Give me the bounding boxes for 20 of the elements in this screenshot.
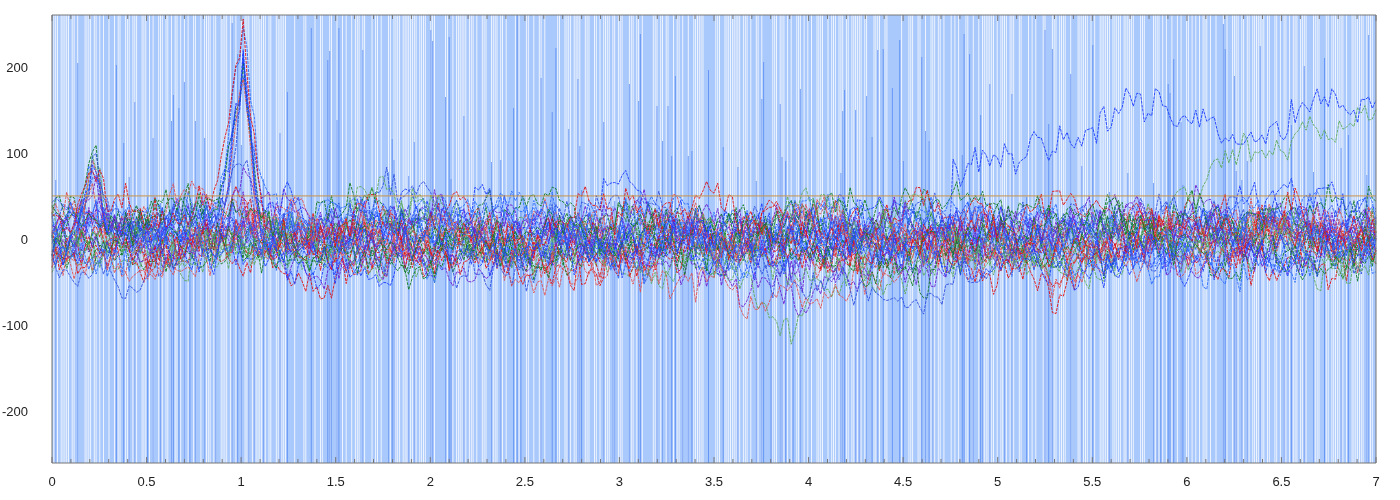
x-tick-label: 1.5 (326, 474, 345, 489)
x-tick-label: 4.5 (894, 474, 913, 489)
x-tick-label: 3.5 (704, 474, 724, 489)
x-tick-label: 0.5 (137, 474, 156, 489)
x-tick-label: 4 (804, 474, 813, 489)
y-tick-label: -200 (1, 404, 28, 420)
x-tick-label: 6.5 (1272, 474, 1291, 489)
y-tick-label: -100 (1, 318, 28, 334)
y-tick-label: 100 (6, 145, 28, 161)
x-tick-label: 1 (237, 474, 245, 489)
x-tick-label: 5.5 (1083, 474, 1102, 489)
y-tick-label: 200 (6, 59, 28, 75)
x-tick-label: 6 (1183, 474, 1191, 489)
x-tick-label: 0 (48, 474, 56, 489)
y-tick-label: 0 (20, 232, 28, 247)
x-tick-label: 5 (994, 474, 1002, 489)
x-tick-label: 3 (615, 474, 624, 489)
x-tick-label: 2.5 (515, 474, 534, 489)
x-tick-label: 7 (1372, 474, 1380, 489)
x-tick-label: 2 (426, 474, 434, 489)
